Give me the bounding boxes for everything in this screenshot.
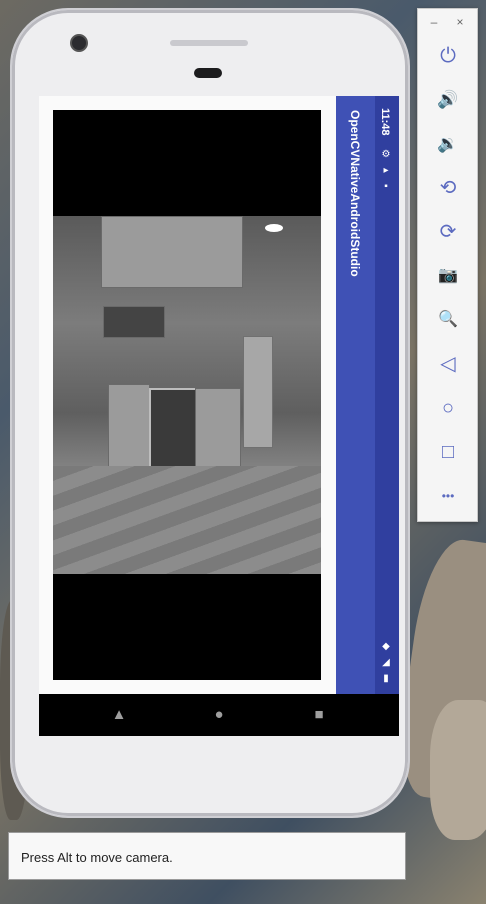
- front-camera: [70, 34, 88, 52]
- device-screen[interactable]: OpenCVNativeAndroidStudio 11:48 ⚙ ▸ ▪ ◆ …: [39, 96, 399, 736]
- background-rock: [430, 700, 486, 840]
- home-button[interactable]: ○: [433, 393, 463, 423]
- more-button[interactable]: •••: [433, 481, 463, 511]
- proximity-sensor: [194, 68, 222, 78]
- ceiling-light: [265, 224, 283, 232]
- minimize-icon[interactable]: –: [428, 15, 440, 29]
- tiled-floor: [53, 466, 321, 574]
- recents-icon[interactable]: ■: [311, 707, 327, 723]
- back-icon[interactable]: ▲: [111, 707, 127, 723]
- rotate-right-button[interactable]: ⟳: [433, 217, 463, 247]
- terminal-icon: ▸: [383, 165, 389, 176]
- battery-icon: ▮: [383, 673, 389, 684]
- zoom-button[interactable]: 🔍: [433, 305, 463, 335]
- screenshot-button[interactable]: 📷: [433, 261, 463, 291]
- signal-icon: ◢: [382, 657, 390, 668]
- rotate-left-button[interactable]: ⟲: [433, 173, 463, 203]
- app-title: OpenCVNativeAndroidStudio: [348, 110, 362, 277]
- camera-preview[interactable]: [53, 110, 321, 680]
- navigation-bar: ▲ ● ■: [39, 694, 399, 736]
- camera-hint: Press Alt to move camera.: [8, 832, 406, 880]
- home-icon[interactable]: ●: [211, 707, 227, 723]
- wifi-icon: ◆: [382, 641, 390, 652]
- back-button[interactable]: ◁: [433, 349, 463, 379]
- device-frame: OpenCVNativeAndroidStudio 11:48 ⚙ ▸ ▪ ◆ …: [10, 8, 410, 818]
- close-icon[interactable]: ×: [454, 15, 466, 29]
- volume-up-button[interactable]: 🔊: [433, 85, 463, 115]
- sd-card-icon: ▪: [384, 181, 388, 192]
- overview-button[interactable]: □: [433, 437, 463, 467]
- camera-frame-image: [53, 216, 321, 574]
- status-time: 11:48: [379, 108, 391, 136]
- speaker-grille: [170, 40, 248, 46]
- emulator-control-panel: – × ⏻ 🔊 🔉 ⟲ ⟳ 📷 🔍 ◁ ○ □ •••: [417, 8, 478, 522]
- gear-icon: ⚙: [381, 149, 391, 160]
- volume-down-button[interactable]: 🔉: [433, 129, 463, 159]
- power-button[interactable]: ⏻: [433, 41, 463, 71]
- refrigerator: [243, 336, 273, 448]
- upper-cabinets: [101, 216, 243, 288]
- range-hood: [103, 306, 165, 338]
- dishwasher-cabinet: [195, 388, 241, 470]
